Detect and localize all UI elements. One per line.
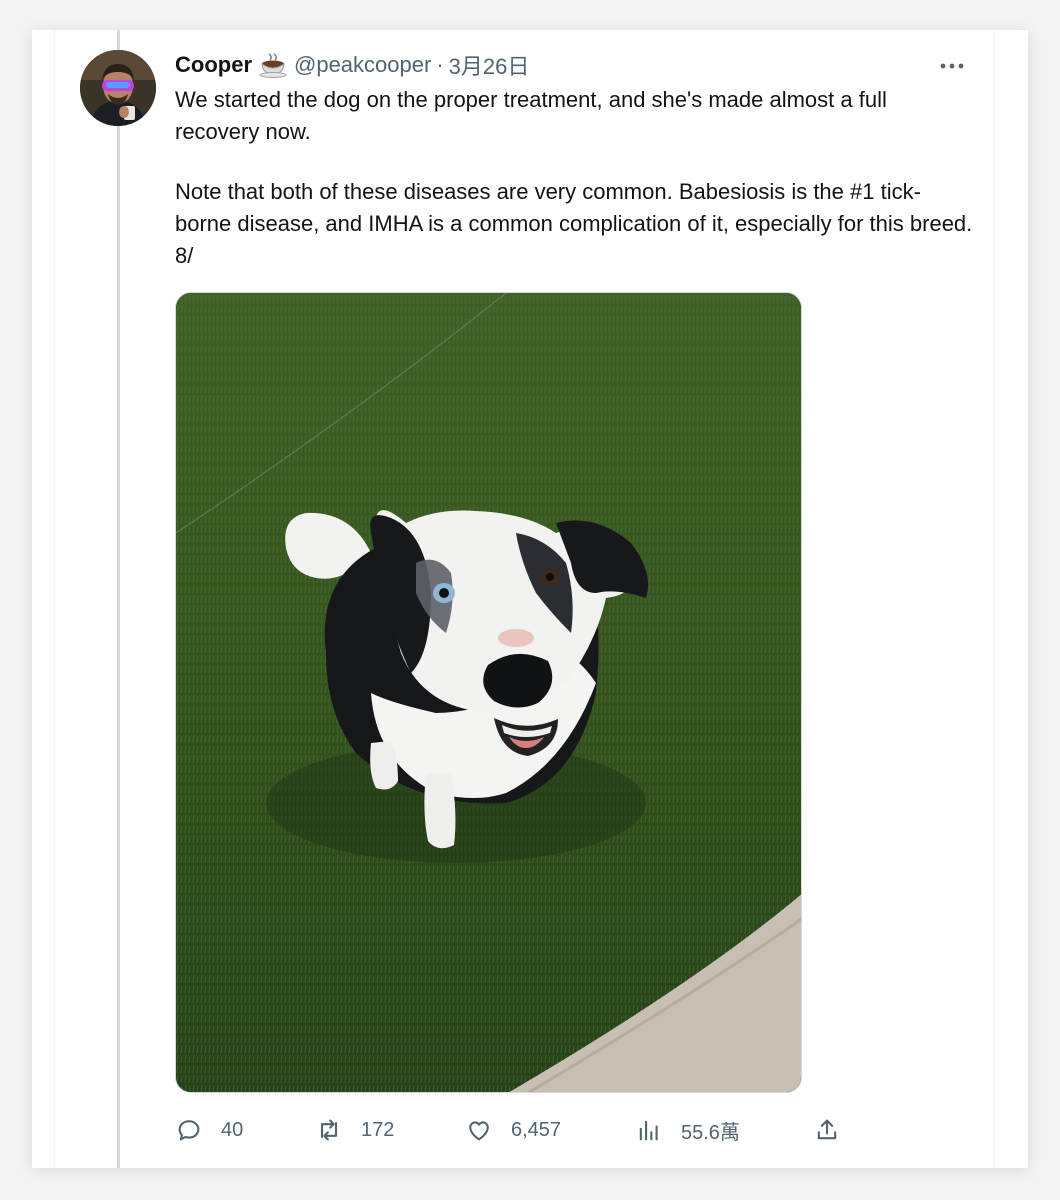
views-bar-chart-icon (639, 1120, 658, 1141)
tweet-text: We started the dog on the proper treatme… (175, 84, 975, 272)
avatar[interactable] (80, 50, 156, 126)
avatar-image (80, 50, 156, 126)
header-separator: · (436, 52, 444, 77)
tweet-header: Cooper @peakcooper · 3月26日 (175, 51, 529, 79)
tweet-paragraph: Note that both of these diseases are ver… (175, 179, 973, 268)
reply-count: 40 (221, 1118, 244, 1141)
author-name[interactable]: Cooper (175, 52, 252, 78)
repost-button[interactable]: 172 (315, 1114, 394, 1146)
like-count: 6,457 (511, 1118, 562, 1141)
more-horizontal-icon[interactable] (937, 54, 967, 78)
timeline-border-right (994, 30, 995, 1168)
repost-count: 172 (361, 1118, 395, 1141)
coffee-cup-icon (258, 52, 288, 78)
heart-icon (469, 1121, 489, 1141)
tweet-actions: 40 172 6,457 55.6萬 (175, 1114, 855, 1146)
dog-photo (176, 293, 801, 1092)
repost-icon (320, 1119, 338, 1141)
share-button[interactable] (813, 1114, 841, 1146)
views-button[interactable]: 55.6萬 (635, 1114, 740, 1146)
reply-button[interactable]: 40 (175, 1114, 243, 1146)
timeline-border-left (54, 30, 55, 1168)
like-button[interactable]: 6,457 (465, 1114, 561, 1146)
tweet-card: Cooper @peakcooper · 3月26日 We started th… (32, 30, 1028, 1168)
tweet-date[interactable]: 3月26日 (449, 49, 530, 81)
tweet-paragraph: We started the dog on the proper treatme… (175, 87, 887, 144)
views-count: 55.6萬 (681, 1121, 740, 1144)
share-upload-icon (817, 1119, 837, 1140)
author-handle[interactable]: @peakcooper (294, 52, 431, 78)
thread-connector-line (117, 30, 120, 1168)
reply-icon (178, 1120, 200, 1141)
tweet-photo[interactable] (175, 292, 802, 1093)
